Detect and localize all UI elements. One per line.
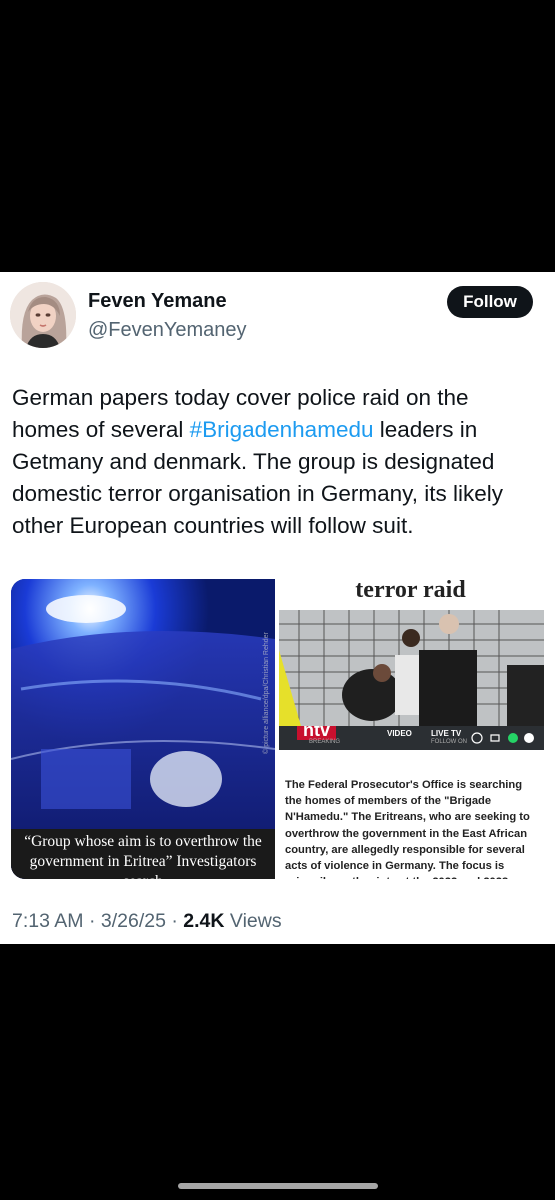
social-icons: [471, 732, 534, 744]
tweet-date[interactable]: 3/26/25: [101, 910, 166, 932]
police-car-image[interactable]: © picture alliance/dpa/Christian Rehder …: [11, 579, 275, 879]
photo-credit: © picture alliance/dpa/Christian Rehder: [263, 632, 270, 754]
nav-brand: BREAKING: [309, 739, 341, 745]
nav-follow: FOLLOW ON: [431, 739, 468, 745]
meta-separator: ·: [83, 910, 101, 932]
ntv-logo: ntv: [297, 726, 336, 740]
author-name[interactable]: Feven Yemane: [88, 290, 227, 313]
view-count: 2.4K: [183, 910, 225, 932]
raid-photo: [279, 610, 544, 726]
tweet-meta: 7:13 AM · 3/26/25 · 2.4K Views: [12, 910, 282, 933]
tweet-text: German papers today cover police raid on…: [12, 382, 542, 542]
home-indicator[interactable]: [178, 1183, 378, 1189]
ntv-navbar: ntv BREAKING VIDEO LIVE TV FOLLOW ON: [279, 726, 544, 750]
views-label: Views: [224, 910, 282, 932]
author-handle[interactable]: @FevenYemaney: [88, 319, 247, 342]
tweet-time[interactable]: 7:13 AM: [12, 910, 84, 932]
caption-box: “Group whose aim is to overthrow the gov…: [11, 829, 275, 879]
meta-separator: ·: [165, 910, 184, 932]
image-caption: “Group whose aim is to overthrow the gov…: [24, 833, 262, 879]
follow-button[interactable]: Follow: [447, 286, 533, 318]
media-attachment[interactable]: © picture alliance/dpa/Christian Rehder …: [11, 579, 544, 879]
hashtag-link[interactable]: #Brigadenhamedu: [190, 417, 374, 442]
tweet-card: Feven Yemane @FevenYemaney Follow German…: [0, 272, 555, 944]
avatar[interactable]: [10, 282, 76, 348]
news-screenshot[interactable]: terror raid ntv BREAKING VIDEO LIVE TV F…: [277, 579, 544, 879]
nav-video: VIDEO: [387, 729, 412, 738]
article-text: The Federal Prosecutor's Office is searc…: [285, 779, 530, 879]
screenshot-title: terror raid: [355, 579, 466, 603]
nav-live-tv: LIVE TV: [431, 729, 462, 738]
